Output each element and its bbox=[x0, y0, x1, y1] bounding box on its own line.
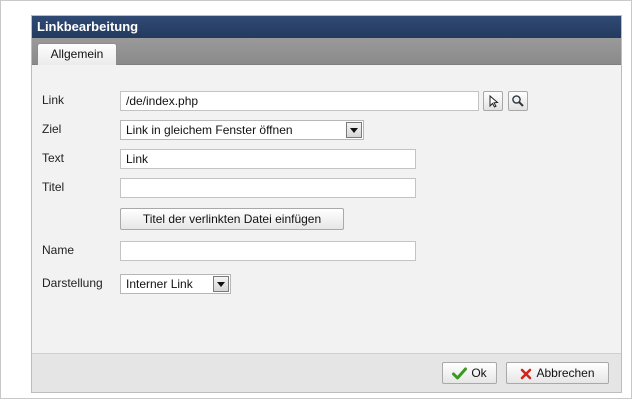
ok-label: Ok bbox=[471, 366, 487, 380]
text-label: Text bbox=[42, 151, 65, 165]
pointer-icon bbox=[489, 94, 499, 108]
link-input[interactable]: /de/index.php bbox=[120, 91, 479, 111]
ziel-select[interactable]: Link in gleichem Fenster öffnen bbox=[120, 120, 364, 140]
dialog-title: Linkbearbeitung bbox=[32, 16, 621, 38]
darstellung-select[interactable]: Interner Link bbox=[120, 274, 231, 294]
search-link-button[interactable] bbox=[508, 91, 528, 111]
ziel-selected-value: Link in gleichem Fenster öffnen bbox=[126, 123, 293, 137]
cancel-label: Abbrechen bbox=[536, 366, 595, 380]
titel-input[interactable] bbox=[120, 178, 416, 198]
link-edit-dialog: Linkbearbeitung Allgemein Link /de/index… bbox=[31, 15, 622, 393]
close-icon bbox=[521, 368, 532, 380]
titel-label: Titel bbox=[42, 180, 65, 194]
link-label: Link bbox=[42, 93, 65, 107]
ok-button[interactable]: Ok bbox=[442, 362, 497, 384]
tab-strip: Allgemein bbox=[32, 38, 621, 65]
check-icon bbox=[452, 367, 468, 380]
darstellung-selected-value: Interner Link bbox=[126, 277, 193, 291]
dialog-footer: Ok Abbrechen bbox=[32, 353, 621, 392]
insert-title-button[interactable]: Titel der verlinkten Datei einfügen bbox=[120, 208, 344, 230]
tab-allgemein[interactable]: Allgemein bbox=[37, 43, 117, 65]
name-label: Name bbox=[42, 243, 75, 257]
pick-link-button[interactable] bbox=[483, 91, 503, 111]
chevron-down-icon[interactable] bbox=[346, 122, 362, 138]
chevron-down-icon[interactable] bbox=[213, 276, 229, 292]
cancel-button[interactable]: Abbrechen bbox=[506, 362, 609, 384]
name-input[interactable] bbox=[120, 241, 416, 261]
ziel-label: Ziel bbox=[42, 122, 62, 136]
search-icon bbox=[512, 95, 524, 107]
darstellung-label: Darstellung bbox=[42, 276, 103, 290]
text-input[interactable]: Link bbox=[120, 149, 416, 169]
